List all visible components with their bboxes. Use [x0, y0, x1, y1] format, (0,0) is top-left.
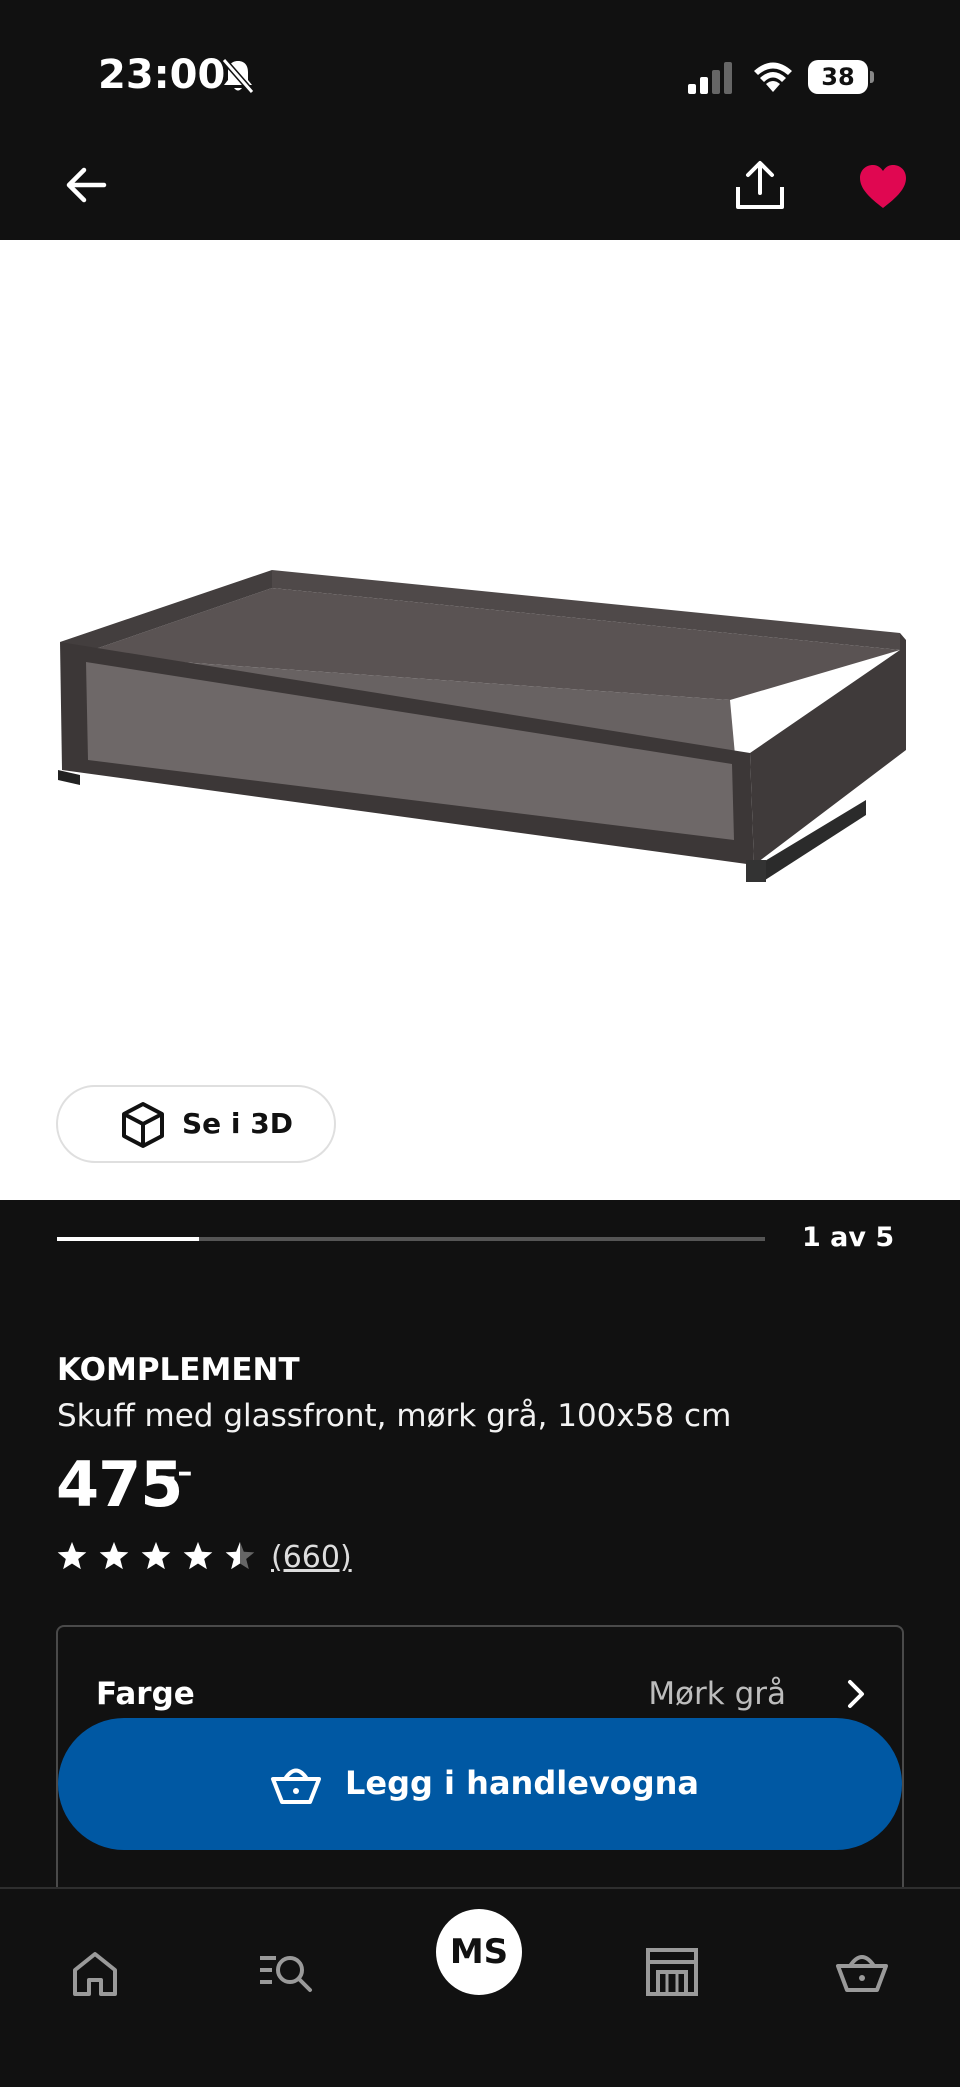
status-time: 23:00 [98, 52, 226, 98]
star-icon [99, 1542, 129, 1570]
gallery-pager-text: 1 av 5 [802, 1222, 895, 1253]
basket-icon [271, 1768, 321, 1804]
arrow-left-icon[interactable] [64, 163, 108, 207]
cube-icon [122, 1102, 164, 1148]
chevron-right-icon[interactable] [844, 1679, 868, 1709]
bell-muted-icon [221, 58, 255, 94]
profile-avatar[interactable]: MS [436, 1909, 522, 1995]
battery-tip [870, 71, 874, 83]
gallery-progress-bar [57, 1237, 765, 1241]
search-list-icon[interactable] [258, 1944, 314, 2000]
home-icon[interactable] [67, 1946, 123, 2002]
battery-level: 38 [808, 60, 868, 94]
gallery-progress-fill [57, 1237, 199, 1241]
view-3d-button[interactable]: Se i 3D [56, 1085, 336, 1163]
add-to-cart-button[interactable]: Legg i handlevogna [58, 1718, 902, 1850]
signal-icon [688, 62, 732, 94]
star-icon [57, 1542, 87, 1570]
wifi-icon [754, 62, 792, 92]
battery-indicator: 38 [808, 60, 874, 94]
view-3d-label: Se i 3D [182, 1107, 293, 1140]
product-image [58, 570, 906, 882]
product-image-gallery[interactable]: Se i 3D [0, 240, 960, 1200]
heart-icon[interactable] [858, 164, 908, 210]
add-to-cart-label: Legg i handlevogna [345, 1764, 700, 1802]
star-icon [141, 1542, 171, 1570]
product-brand: KOMPLEMENT [57, 1352, 300, 1388]
product-price: 475 [56, 1448, 183, 1521]
reviews-link[interactable]: (660) [271, 1540, 352, 1575]
star-icon [183, 1542, 213, 1570]
status-bar: 23:00 38 [0, 0, 960, 150]
store-icon[interactable] [644, 1944, 700, 2000]
option-value: Mørk grå [648, 1676, 786, 1712]
rating-stars[interactable] [57, 1540, 257, 1574]
product-price-suffix: ,– [166, 1455, 193, 1490]
product-description: Skuff med glassfront, mørk grå, 100x58 c… [57, 1398, 732, 1434]
option-label: Farge [96, 1676, 195, 1712]
cart-icon[interactable] [834, 1944, 890, 2000]
bottom-tab-bar: MS [0, 1887, 960, 2087]
share-icon[interactable] [734, 160, 786, 212]
